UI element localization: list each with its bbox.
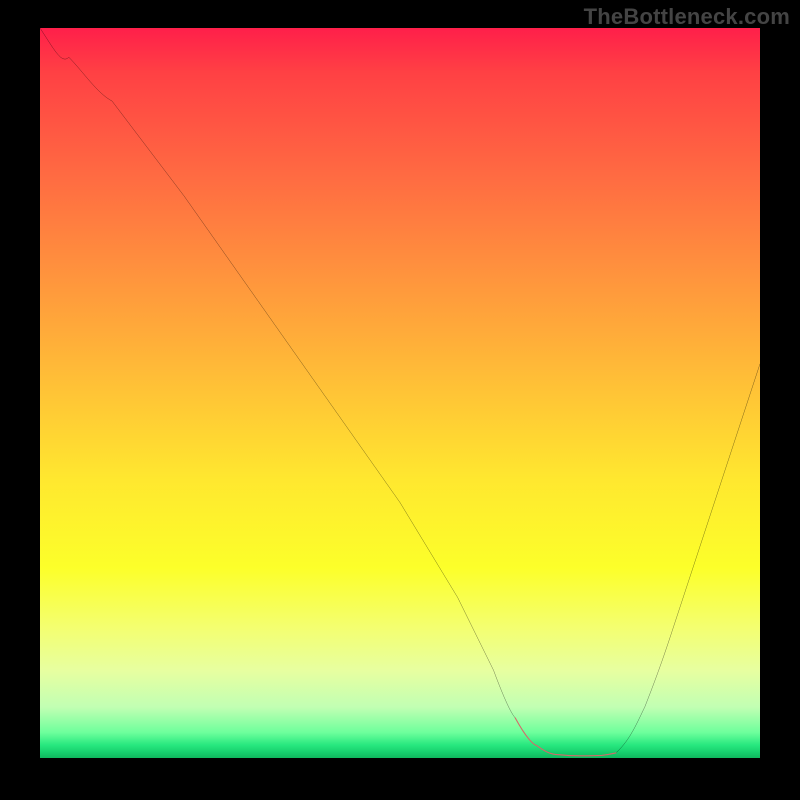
bottleneck-curve: [40, 28, 760, 756]
watermark-label: TheBottleneck.com: [584, 4, 790, 30]
chart-frame: TheBottleneck.com: [0, 0, 800, 800]
plot-area: [40, 28, 760, 758]
curve-svg: [40, 28, 760, 758]
highlight-curve: [515, 718, 616, 756]
